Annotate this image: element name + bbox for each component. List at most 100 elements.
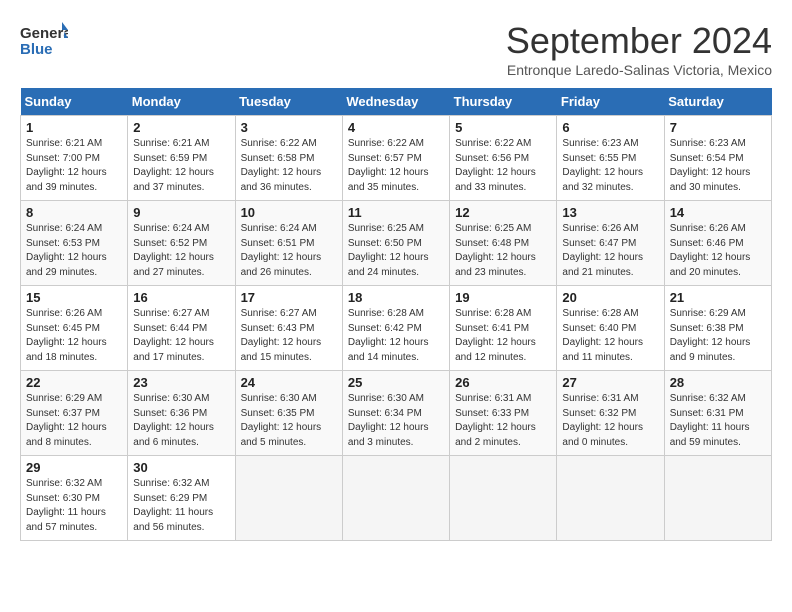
cell-info: Sunrise: 6:27 AM Sunset: 6:43 PM Dayligh… xyxy=(241,307,337,365)
cell-info: Sunrise: 6:32 AM Sunset: 6:30 PM Dayligh… xyxy=(26,477,122,535)
day-number: 14 xyxy=(670,205,766,220)
page-header: General Blue September 2024 Entronque La… xyxy=(20,20,772,78)
cell-info: Sunrise: 6:31 AM Sunset: 6:32 PM Dayligh… xyxy=(562,392,658,450)
calendar-cell: 1 Sunrise: 6:21 AM Sunset: 7:00 PM Daylig… xyxy=(21,116,128,201)
calendar-cell: 14 Sunrise: 6:26 AM Sunset: 6:46 PM Dayli… xyxy=(664,201,771,286)
day-number: 18 xyxy=(348,290,444,305)
calendar-cell: 3 Sunrise: 6:22 AM Sunset: 6:58 PM Daylig… xyxy=(235,116,342,201)
cell-info: Sunrise: 6:26 AM Sunset: 6:46 PM Dayligh… xyxy=(670,222,766,280)
calendar-cell: 28 Sunrise: 6:32 AM Sunset: 6:31 PM Dayli… xyxy=(664,371,771,456)
day-number: 12 xyxy=(455,205,551,220)
day-number: 1 xyxy=(26,120,122,135)
location-subtitle: Entronque Laredo-Salinas Victoria, Mexic… xyxy=(506,62,772,78)
calendar-cell xyxy=(664,456,771,541)
calendar-cell: 13 Sunrise: 6:26 AM Sunset: 6:47 PM Dayli… xyxy=(557,201,664,286)
cell-info: Sunrise: 6:32 AM Sunset: 6:29 PM Dayligh… xyxy=(133,477,229,535)
week-row-5: 29 Sunrise: 6:32 AM Sunset: 6:30 PM Dayli… xyxy=(21,456,772,541)
calendar-cell: 5 Sunrise: 6:22 AM Sunset: 6:56 PM Daylig… xyxy=(450,116,557,201)
day-number: 11 xyxy=(348,205,444,220)
weekday-header-sunday: Sunday xyxy=(21,88,128,116)
day-number: 7 xyxy=(670,120,766,135)
day-number: 13 xyxy=(562,205,658,220)
calendar-cell: 12 Sunrise: 6:25 AM Sunset: 6:48 PM Dayli… xyxy=(450,201,557,286)
cell-info: Sunrise: 6:30 AM Sunset: 6:34 PM Dayligh… xyxy=(348,392,444,450)
cell-info: Sunrise: 6:22 AM Sunset: 6:57 PM Dayligh… xyxy=(348,137,444,195)
cell-info: Sunrise: 6:22 AM Sunset: 6:58 PM Dayligh… xyxy=(241,137,337,195)
day-number: 8 xyxy=(26,205,122,220)
weekday-header-wednesday: Wednesday xyxy=(342,88,449,116)
calendar-cell: 17Sunrise: 6:27 AM Sunset: 6:43 PM Dayli… xyxy=(235,286,342,371)
cell-info: Sunrise: 6:23 AM Sunset: 6:55 PM Dayligh… xyxy=(562,137,658,195)
calendar-cell: 29 Sunrise: 6:32 AM Sunset: 6:30 PM Dayli… xyxy=(21,456,128,541)
weekday-header-tuesday: Tuesday xyxy=(235,88,342,116)
calendar-cell: 8Sunrise: 6:24 AM Sunset: 6:53 PM Daylig… xyxy=(21,201,128,286)
calendar-cell: 6Sunrise: 6:23 AM Sunset: 6:55 PM Daylig… xyxy=(557,116,664,201)
week-row-3: 15 Sunrise: 6:26 AM Sunset: 6:45 PM Dayli… xyxy=(21,286,772,371)
day-number: 3 xyxy=(241,120,337,135)
day-number: 10 xyxy=(241,205,337,220)
cell-info: Sunrise: 6:22 AM Sunset: 6:56 PM Dayligh… xyxy=(455,137,551,195)
week-row-1: 1 Sunrise: 6:21 AM Sunset: 7:00 PM Daylig… xyxy=(21,116,772,201)
calendar-cell: 26 Sunrise: 6:31 AM Sunset: 6:33 PM Dayli… xyxy=(450,371,557,456)
weekday-header-thursday: Thursday xyxy=(450,88,557,116)
logo: General Blue xyxy=(20,20,68,58)
weekday-header-saturday: Saturday xyxy=(664,88,771,116)
cell-info: Sunrise: 6:24 AM Sunset: 6:52 PM Dayligh… xyxy=(133,222,229,280)
day-number: 25 xyxy=(348,375,444,390)
cell-info: Sunrise: 6:26 AM Sunset: 6:47 PM Dayligh… xyxy=(562,222,658,280)
calendar-cell xyxy=(235,456,342,541)
calendar-cell: 18 Sunrise: 6:28 AM Sunset: 6:42 PM Dayli… xyxy=(342,286,449,371)
day-number: 26 xyxy=(455,375,551,390)
week-row-2: 8Sunrise: 6:24 AM Sunset: 6:53 PM Daylig… xyxy=(21,201,772,286)
calendar-cell: 7Sunrise: 6:23 AM Sunset: 6:54 PM Daylig… xyxy=(664,116,771,201)
svg-text:Blue: Blue xyxy=(20,41,53,58)
weekday-header-friday: Friday xyxy=(557,88,664,116)
cell-info: Sunrise: 6:26 AM Sunset: 6:45 PM Dayligh… xyxy=(26,307,122,365)
calendar-cell: 10 Sunrise: 6:24 AM Sunset: 6:51 PM Dayli… xyxy=(235,201,342,286)
calendar-cell: 21Sunrise: 6:29 AM Sunset: 6:38 PM Dayli… xyxy=(664,286,771,371)
day-number: 2 xyxy=(133,120,229,135)
day-number: 28 xyxy=(670,375,766,390)
calendar-cell: 22 Sunrise: 6:29 AM Sunset: 6:37 PM Dayli… xyxy=(21,371,128,456)
day-number: 9 xyxy=(133,205,229,220)
day-number: 5 xyxy=(455,120,551,135)
cell-info: Sunrise: 6:25 AM Sunset: 6:48 PM Dayligh… xyxy=(455,222,551,280)
calendar-cell: 30 Sunrise: 6:32 AM Sunset: 6:29 PM Dayli… xyxy=(128,456,235,541)
calendar-cell: 25 Sunrise: 6:30 AM Sunset: 6:34 PM Dayli… xyxy=(342,371,449,456)
day-number: 22 xyxy=(26,375,122,390)
day-number: 29 xyxy=(26,460,122,475)
cell-info: Sunrise: 6:28 AM Sunset: 6:41 PM Dayligh… xyxy=(455,307,551,365)
calendar-cell: 20Sunrise: 6:28 AM Sunset: 6:40 PM Dayli… xyxy=(557,286,664,371)
calendar-cell: 4 Sunrise: 6:22 AM Sunset: 6:57 PM Daylig… xyxy=(342,116,449,201)
calendar-cell: 9 Sunrise: 6:24 AM Sunset: 6:52 PM Daylig… xyxy=(128,201,235,286)
svg-text:General: General xyxy=(20,25,68,42)
day-number: 23 xyxy=(133,375,229,390)
cell-info: Sunrise: 6:25 AM Sunset: 6:50 PM Dayligh… xyxy=(348,222,444,280)
title-area: September 2024 Entronque Laredo-Salinas … xyxy=(506,20,772,78)
cell-info: Sunrise: 6:21 AM Sunset: 7:00 PM Dayligh… xyxy=(26,137,122,195)
logo-icon: General Blue xyxy=(20,20,68,58)
day-number: 15 xyxy=(26,290,122,305)
weekday-header-monday: Monday xyxy=(128,88,235,116)
cell-info: Sunrise: 6:29 AM Sunset: 6:37 PM Dayligh… xyxy=(26,392,122,450)
day-number: 16 xyxy=(133,290,229,305)
day-number: 4 xyxy=(348,120,444,135)
calendar-cell xyxy=(342,456,449,541)
day-number: 24 xyxy=(241,375,337,390)
cell-info: Sunrise: 6:21 AM Sunset: 6:59 PM Dayligh… xyxy=(133,137,229,195)
calendar-cell: 11 Sunrise: 6:25 AM Sunset: 6:50 PM Dayli… xyxy=(342,201,449,286)
calendar-body: 1 Sunrise: 6:21 AM Sunset: 7:00 PM Daylig… xyxy=(21,116,772,541)
week-row-4: 22 Sunrise: 6:29 AM Sunset: 6:37 PM Dayli… xyxy=(21,371,772,456)
cell-info: Sunrise: 6:27 AM Sunset: 6:44 PM Dayligh… xyxy=(133,307,229,365)
cell-info: Sunrise: 6:32 AM Sunset: 6:31 PM Dayligh… xyxy=(670,392,766,450)
calendar-cell xyxy=(557,456,664,541)
cell-info: Sunrise: 6:31 AM Sunset: 6:33 PM Dayligh… xyxy=(455,392,551,450)
day-number: 30 xyxy=(133,460,229,475)
month-title: September 2024 xyxy=(506,20,772,62)
calendar-cell xyxy=(450,456,557,541)
cell-info: Sunrise: 6:29 AM Sunset: 6:38 PM Dayligh… xyxy=(670,307,766,365)
calendar-cell: 16 Sunrise: 6:27 AM Sunset: 6:44 PM Dayli… xyxy=(128,286,235,371)
cell-info: Sunrise: 6:28 AM Sunset: 6:42 PM Dayligh… xyxy=(348,307,444,365)
calendar-table: SundayMondayTuesdayWednesdayThursdayFrid… xyxy=(20,88,772,541)
cell-info: Sunrise: 6:24 AM Sunset: 6:51 PM Dayligh… xyxy=(241,222,337,280)
